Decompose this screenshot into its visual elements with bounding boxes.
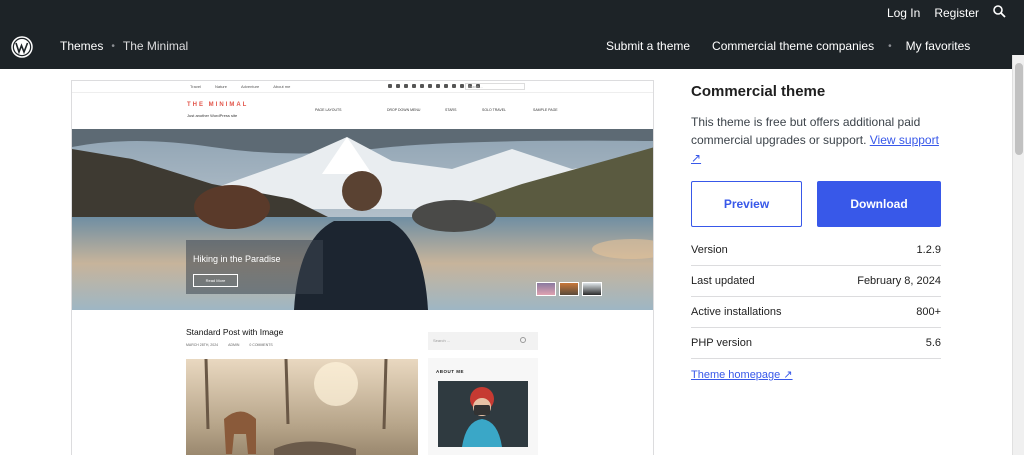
breadcrumb: Themes • The Minimal (60, 39, 188, 53)
preview-slider-thumbs (536, 282, 602, 296)
preview-top-menu-item: Travel (190, 84, 201, 89)
preview-top-menu: Travel Nature Adventure About me (72, 81, 653, 93)
preview-slider-thumb (582, 282, 602, 296)
meta-label: PHP version (691, 337, 752, 349)
preview-top-menu-item: Adventure (240, 84, 260, 89)
nav-commercial-companies[interactable]: Commercial theme companies (712, 39, 874, 53)
preview-header: THE MINIMAL Just another WordPress site … (72, 93, 653, 129)
preview-search-box: Search ... (465, 83, 525, 90)
preview-slider-thumb (559, 282, 579, 296)
scrollbar-thumb[interactable] (1015, 63, 1023, 155)
preview-post-title: Standard Post with Image (186, 327, 284, 337)
breadcrumb-current: The Minimal (122, 39, 189, 53)
meta-row-php-version: PHP version 5.6 (691, 328, 941, 359)
preview-post-date: MARCH 28TH, 2024 (186, 343, 219, 347)
meta-value: 800+ (916, 306, 941, 318)
meta-row-version: Version 1.2.9 (691, 235, 941, 266)
preview-menu-item: PAGE LAYOUTS (315, 108, 342, 112)
theme-screenshot: Travel Nature Adventure About me Search … (71, 80, 654, 455)
preview-hero-image: Hiking in the Paradise Read More (72, 129, 653, 310)
meta-row-active-installations: Active installations 800+ (691, 297, 941, 328)
theme-homepage-link[interactable]: Theme homepage ↗ (691, 368, 793, 381)
meta-value: 1.2.9 (916, 244, 941, 256)
preview-post-comments: 0 COMMENTS (249, 343, 273, 347)
preview-hero-title: Hiking in the Paradise (193, 254, 281, 264)
main-navigation: Submit a theme Commercial theme companie… (606, 39, 970, 53)
preview-sidebar-search: Search ... (428, 332, 538, 350)
page-scrollbar[interactable] (1012, 55, 1024, 455)
meta-label: Version (691, 244, 728, 256)
preview-menu-item: STARS (445, 108, 457, 112)
breadcrumb-separator: • (111, 40, 115, 52)
preview-menu-item: SOLO TRAVEL (482, 108, 506, 112)
preview-sidebar-search-placeholder: Search ... (433, 338, 451, 343)
preview-top-menu-item: About me (273, 84, 291, 89)
meta-value: February 8, 2024 (857, 275, 941, 287)
theme-info-panel: Commercial theme This theme is free but … (691, 83, 941, 383)
preview-main-menu: PAGE LAYOUTS DROP DOWN MENU STARS SOLO T… (315, 108, 558, 112)
preview-button[interactable]: Preview (691, 181, 802, 227)
preview-hero-caption: Hiking in the Paradise Read More (186, 240, 323, 294)
nav-submit-theme[interactable]: Submit a theme (606, 39, 690, 53)
preview-top-menu-item: Nature (214, 84, 227, 89)
preview-post-author: ADMIN (228, 343, 240, 347)
search-icon (520, 337, 526, 343)
meta-label: Active installations (691, 306, 782, 318)
preview-about-image (438, 381, 528, 447)
register-link[interactable]: Register (934, 6, 979, 20)
meta-value: 5.6 (925, 337, 941, 349)
login-link[interactable]: Log In (887, 6, 920, 20)
panel-title: Commercial theme (691, 83, 826, 100)
preview-about-widget: ABOUT ME (428, 358, 538, 455)
action-buttons: Preview Download (691, 181, 941, 227)
account-links: Log In Register (887, 5, 1006, 21)
meta-row-last-updated: Last updated February 8, 2024 (691, 266, 941, 297)
preview-post-image (186, 359, 418, 455)
meta-label: Last updated (691, 275, 755, 287)
preview-site-title: THE MINIMAL (187, 102, 249, 108)
preview-about-title: ABOUT ME (436, 369, 464, 374)
breadcrumb-themes[interactable]: Themes (60, 39, 103, 53)
panel-description: This theme is free but offers additional… (691, 113, 941, 167)
preview-post-meta: MARCH 28TH, 2024 ADMIN 0 COMMENTS (186, 343, 273, 347)
preview-slider-thumb (536, 282, 556, 296)
preview-menu-item: SAMPLE PAGE (533, 108, 558, 112)
theme-meta-list: Version 1.2.9 Last updated February 8, 2… (691, 235, 941, 359)
preview-tagline: Just another WordPress site (187, 113, 238, 118)
nav-my-favorites[interactable]: My favorites (906, 39, 971, 53)
preview-read-more-button: Read More (193, 274, 238, 287)
wordpress-logo-icon[interactable] (11, 36, 33, 58)
search-icon[interactable] (993, 5, 1006, 21)
preview-menu-item: DROP DOWN MENU (387, 108, 421, 112)
global-header: Log In Register Themes • The Minimal Sub… (0, 0, 1024, 69)
download-button[interactable]: Download (817, 181, 941, 227)
nav-separator: • (888, 40, 892, 52)
